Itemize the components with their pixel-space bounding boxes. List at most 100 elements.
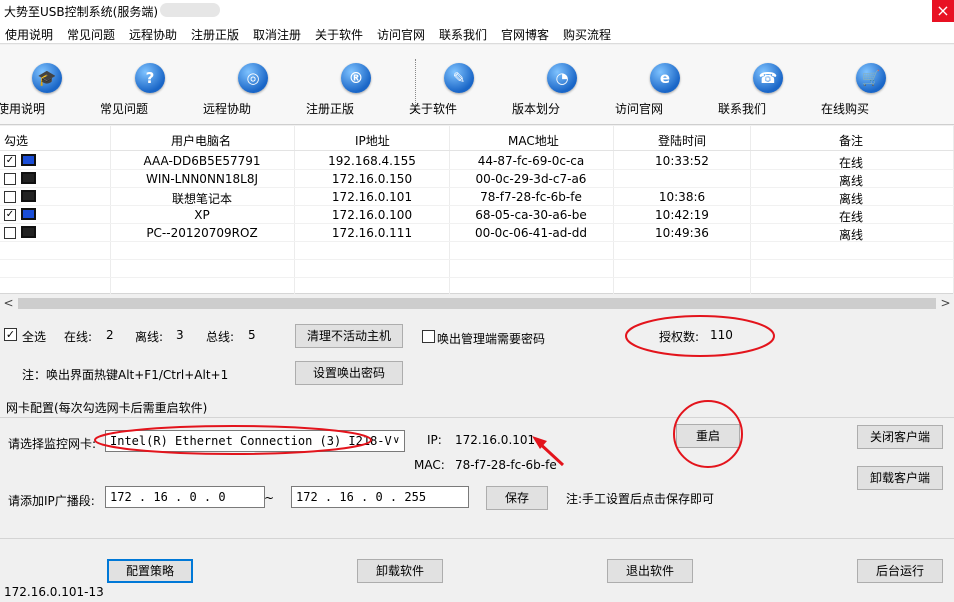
restart-button[interactable]: 重启 bbox=[676, 424, 740, 448]
cell-mac: 68-05-ca-30-a6-be bbox=[475, 208, 587, 222]
row-checkbox[interactable] bbox=[4, 173, 16, 185]
uninstall-software-button[interactable]: 卸载软件 bbox=[357, 559, 443, 583]
toolbar-label: 在线购买 bbox=[821, 102, 870, 116]
menu-item-help[interactable]: 使用说明 bbox=[5, 26, 53, 43]
select-all-label: 全选 bbox=[22, 330, 47, 344]
row-checkbox[interactable] bbox=[4, 227, 16, 239]
toolbar-website-button[interactable]: e 访问官网 bbox=[615, 63, 715, 116]
row-checkbox[interactable]: ✓ bbox=[4, 155, 16, 167]
cell-mac: 44-87-fc-69-0c-ca bbox=[477, 154, 585, 168]
toolbar-label: 常见问题 bbox=[100, 102, 149, 116]
header-login-time[interactable]: 登陆时间 bbox=[658, 132, 706, 149]
computer-icon bbox=[21, 172, 36, 184]
toolbar-contact-button[interactable]: ☎ 联系我们 bbox=[718, 63, 818, 116]
range-separator: ~ bbox=[264, 491, 275, 505]
note-icon: ✎ bbox=[444, 63, 474, 93]
table-row[interactable]: PC--20120709ROZ 172.16.0.111 00-0c-06-41-a… bbox=[0, 224, 954, 242]
toolbar-help-button[interactable]: 🎓 使用说明 bbox=[0, 63, 97, 116]
scroll-right-icon[interactable]: > bbox=[937, 295, 954, 312]
uninstall-client-button[interactable]: 卸载客户端 bbox=[857, 466, 943, 490]
toolbar-buy-button[interactable]: 🛒 在线购买 bbox=[821, 63, 921, 116]
table-row[interactable]: ✓ AAA-DD6B5E57791 192.168.4.155 44-87-fc-69… bbox=[0, 152, 954, 170]
select-all-checkbox[interactable]: ✓ bbox=[4, 328, 17, 341]
computer-icon bbox=[21, 208, 36, 220]
cell-mac: 00-0c-29-3d-c7-a6 bbox=[475, 172, 587, 186]
table-row[interactable]: ✓ XP 172.16.0.100 68-05-ca-30-a6-be 10:42:19… bbox=[0, 206, 954, 224]
config-policy-button[interactable]: 配置策略 bbox=[107, 559, 193, 583]
online-count: 2 bbox=[106, 328, 114, 342]
toolbar-label: 注册正版 bbox=[306, 102, 355, 116]
scroll-left-icon[interactable]: < bbox=[0, 295, 17, 312]
toolbar-remote-button[interactable]: ◎ 远程协助 bbox=[203, 63, 303, 116]
title-bar: 大势至USB控制系统(服务端) × bbox=[0, 0, 954, 22]
cell-login-time: 10:49:36 bbox=[655, 226, 709, 240]
cell-note: 离线 bbox=[839, 228, 864, 242]
table-header: 勾选 用户电脑名 IP地址 MAC地址 登陆时间 备注 bbox=[0, 126, 954, 151]
menu-item-unregister[interactable]: 取消注册 bbox=[253, 26, 301, 43]
cell-computer-name: AAA-DD6B5E57791 bbox=[143, 154, 261, 168]
row-checkbox[interactable] bbox=[4, 191, 16, 203]
chevron-down-icon[interactable]: ∨ bbox=[393, 431, 400, 451]
background-run-button[interactable]: 后台运行 bbox=[857, 559, 943, 583]
exit-software-button[interactable]: 退出软件 bbox=[607, 559, 693, 583]
horizontal-scrollbar[interactable]: < > bbox=[0, 295, 954, 312]
menu-item-website[interactable]: 访问官网 bbox=[377, 26, 425, 43]
menu-bar: 使用说明 常见问题 远程协助 注册正版 取消注册 关于软件 访问官网 联系我们 … bbox=[0, 22, 954, 44]
license-annotation-ellipse bbox=[625, 315, 775, 357]
cell-mac: 00-0c-06-41-ad-dd bbox=[475, 226, 587, 240]
ip-range-end-input[interactable]: 172 . 16 . 0 . 255 bbox=[291, 486, 469, 508]
cell-computer-name: 联想笔记本 bbox=[171, 192, 233, 206]
table-row[interactable]: WIN-LNN0NN18L8J 172.16.0.150 00-0c-29-3d-c… bbox=[0, 170, 954, 188]
nic-select[interactable]: Intel(R) Ethernet Connection (3) I218-V … bbox=[105, 430, 405, 452]
save-note: 注:手工设置后点击保存即可 bbox=[566, 492, 715, 506]
computer-icon bbox=[21, 226, 36, 238]
toolbar-register-button[interactable]: ® 注册正版 bbox=[306, 63, 406, 116]
menu-item-remote[interactable]: 远程协助 bbox=[129, 26, 177, 43]
toolbar-about-button[interactable]: ✎ 关于软件 bbox=[409, 63, 509, 116]
section-divider bbox=[0, 538, 954, 539]
set-password-button[interactable]: 设置唤出密码 bbox=[295, 361, 403, 385]
menu-item-faq[interactable]: 常见问题 bbox=[67, 26, 115, 43]
cell-computer-name: WIN-LNN0NN18L8J bbox=[145, 172, 259, 186]
header-check[interactable]: 勾选 bbox=[4, 132, 28, 149]
menu-item-blog[interactable]: 官网博客 bbox=[501, 26, 549, 43]
cell-login-time: 10:33:52 bbox=[655, 154, 709, 168]
toolbar-faq-button[interactable]: ? 常见问题 bbox=[100, 63, 200, 116]
table-row[interactable]: 联想笔记本 172.16.0.101 78-f7-28-fc-6b-fe 10:38:… bbox=[0, 188, 954, 206]
cell-computer-name: XP bbox=[194, 208, 210, 222]
toolbar-label: 远程协助 bbox=[203, 102, 252, 116]
save-button[interactable]: 保存 bbox=[486, 486, 548, 510]
toolbar-label: 联系我们 bbox=[718, 102, 767, 116]
scroll-thumb[interactable] bbox=[18, 298, 936, 309]
question-icon: ? bbox=[135, 63, 165, 93]
license-label: 授权数: bbox=[659, 330, 700, 344]
clean-inactive-button[interactable]: 清理不活动主机 bbox=[295, 324, 403, 348]
header-computer-name[interactable]: 用户电脑名 bbox=[171, 132, 231, 149]
cell-ip: 192.168.4.155 bbox=[328, 154, 416, 168]
section-divider bbox=[0, 417, 954, 418]
ip-range-start-input[interactable]: 172 . 16 . 0 . 0 bbox=[105, 486, 265, 508]
online-label: 在线: bbox=[64, 330, 93, 344]
menu-item-contact[interactable]: 联系我们 bbox=[439, 26, 487, 43]
cell-note: 在线 bbox=[839, 156, 864, 170]
hotkey-note: 注：唤出界面热键Alt+F1/Ctrl+Alt+1 bbox=[22, 368, 229, 382]
close-client-button[interactable]: 关闭客户端 bbox=[857, 425, 943, 449]
menu-item-register[interactable]: 注册正版 bbox=[191, 26, 239, 43]
graduation-cap-icon: 🎓 bbox=[32, 63, 62, 93]
password-required-label: 唤出管理端需要密码 bbox=[437, 332, 546, 346]
menu-item-purchase[interactable]: 购买流程 bbox=[563, 26, 611, 43]
pie-chart-icon: ◔ bbox=[547, 63, 577, 93]
header-note[interactable]: 备注 bbox=[839, 132, 863, 149]
toolbar-version-button[interactable]: ◔ 版本划分 bbox=[512, 63, 612, 116]
toolbar: 🎓 使用说明 ? 常见问题 ◎ 远程协助 ® 注册正版 ✎ 关于软件 ◔ 版本划… bbox=[0, 45, 954, 125]
cart-icon: 🛒 bbox=[856, 63, 886, 93]
cell-note: 离线 bbox=[839, 192, 864, 206]
cell-computer-name: PC--20120709ROZ bbox=[146, 226, 258, 240]
row-checkbox[interactable]: ✓ bbox=[4, 209, 16, 221]
menu-item-about[interactable]: 关于软件 bbox=[315, 26, 363, 43]
header-ip[interactable]: IP地址 bbox=[355, 132, 390, 149]
close-button[interactable]: × bbox=[932, 0, 954, 22]
password-required-checkbox[interactable] bbox=[422, 330, 435, 343]
header-mac[interactable]: MAC地址 bbox=[508, 132, 559, 149]
blurred-area bbox=[160, 3, 220, 17]
